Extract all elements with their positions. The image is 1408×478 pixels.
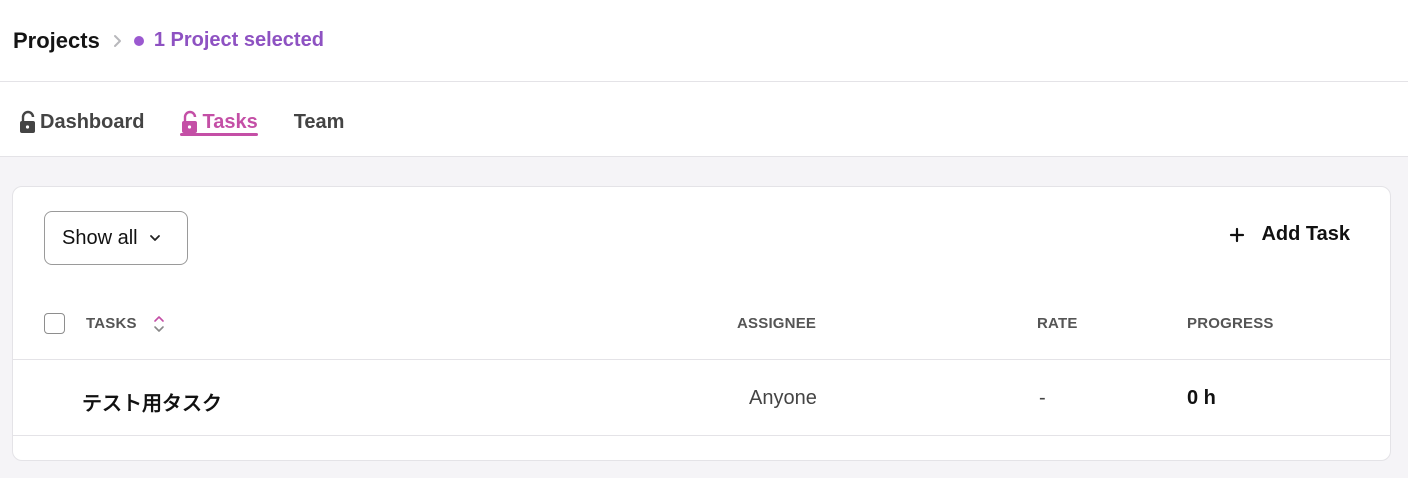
lock-open-icon — [182, 110, 198, 133]
tab-label: Team — [293, 111, 345, 133]
tab-bar: Dashboard Tasks Team — [0, 82, 1408, 157]
tasks-card: Show all Add Task TASKS ASSIGNEE RATE PR… — [12, 186, 1391, 461]
sort-icon[interactable] — [153, 313, 165, 335]
add-task-button[interactable]: Add Task — [1229, 223, 1350, 246]
select-all-checkbox[interactable] — [44, 313, 65, 334]
breadcrumb-root[interactable]: Projects — [13, 28, 100, 54]
header-rate: RATE — [1037, 315, 1078, 332]
table-row[interactable]: テスト用タスク Anyone - 0 h — [13, 361, 1390, 436]
filter-dropdown[interactable]: Show all — [44, 211, 188, 265]
progress-value: 0 h — [1187, 387, 1216, 409]
plus-icon — [1230, 227, 1245, 242]
lock-open-icon — [20, 110, 35, 133]
selection-dot-icon — [133, 35, 144, 46]
header-assignee: ASSIGNEE — [737, 315, 817, 332]
header-tasks: TASKS — [86, 315, 137, 332]
tab-team[interactable]: Team — [294, 111, 345, 156]
add-task-label: Add Task — [1261, 223, 1350, 245]
tab-label: Tasks — [202, 110, 258, 133]
tab-label: Dashboard — [40, 110, 145, 133]
task-name[interactable]: テスト用タスク — [82, 387, 222, 416]
breadcrumb-current: 1 Project selected — [153, 29, 324, 51]
chevron-right-icon — [112, 34, 122, 48]
table-header: TASKS ASSIGNEE RATE PROGRESS — [13, 299, 1390, 360]
tab-tasks[interactable]: Tasks — [180, 110, 258, 156]
chevron-down-icon — [149, 235, 160, 241]
header-bar: Projects 1 Project selected — [0, 0, 1408, 82]
assignee-value: Anyone — [749, 387, 817, 409]
filter-label: Show all — [62, 226, 138, 249]
tab-dashboard[interactable]: Dashboard — [18, 110, 144, 156]
header-progress: PROGRESS — [1187, 315, 1274, 332]
rate-value: - — [1039, 387, 1046, 409]
